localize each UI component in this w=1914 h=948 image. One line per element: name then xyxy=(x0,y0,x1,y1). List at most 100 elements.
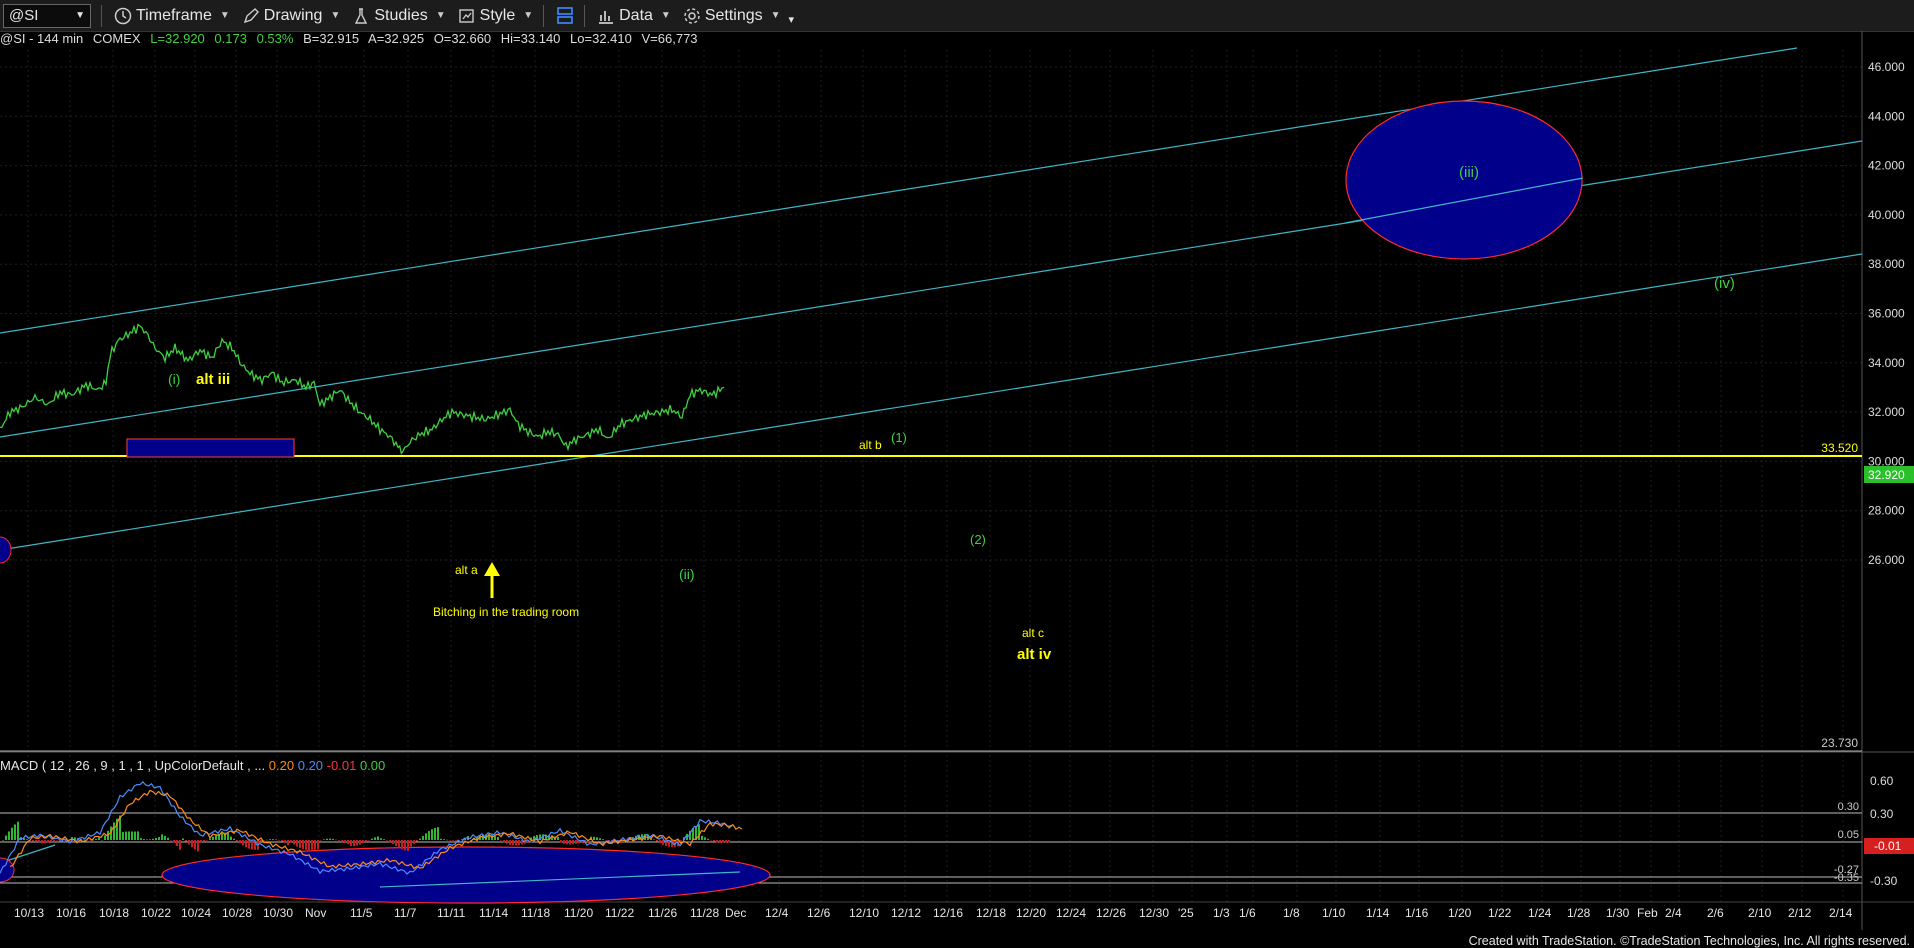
macd-hist-bar xyxy=(221,833,223,840)
macd-hist-bar xyxy=(140,838,142,840)
alt-iii-zone[interactable] xyxy=(126,438,295,458)
macd-hist-bar xyxy=(383,839,385,840)
macd-hist-bar xyxy=(293,840,295,845)
macd-hist-bar xyxy=(425,833,427,840)
price-tick-label: 46.000 xyxy=(1868,60,1905,74)
macd-hist-bar xyxy=(179,840,181,850)
macd-study-label[interactable]: MACD ( 12 , 26 , 9 , 1 , 1 , UpColorDefa… xyxy=(0,758,385,773)
macd-hist-bar xyxy=(344,840,346,844)
macd-hist-bar xyxy=(431,829,433,840)
macd-hist-bar xyxy=(47,840,49,843)
price-tick-label: 44.000 xyxy=(1868,109,1905,123)
label-wave-iii: (iii) xyxy=(1459,164,1479,181)
macd-hist-bar xyxy=(716,840,718,843)
macd-hist-bar xyxy=(104,835,106,840)
macd-hist-bar xyxy=(152,838,154,840)
macd-hist-bar xyxy=(386,840,388,841)
macd-hist-bar xyxy=(314,840,316,850)
macd-current-value: -0.01 xyxy=(1874,839,1902,853)
macd-hist-bar xyxy=(191,840,193,848)
macd-value-1: 0.20 xyxy=(268,758,295,773)
macd-hist-bar xyxy=(725,840,727,843)
time-tick-label: 2/14 xyxy=(1829,906,1853,920)
macd-hist-bar xyxy=(242,840,244,846)
macd-hist-bar xyxy=(278,840,280,841)
macd-hist-bar xyxy=(341,840,343,842)
macd-hist-bar xyxy=(440,838,442,840)
macd-hist-bar xyxy=(197,840,199,852)
macd-hist-bar xyxy=(275,839,277,840)
macd-hist-bar xyxy=(368,840,370,841)
macd-hist-bar xyxy=(50,840,52,842)
macd-hist-bar xyxy=(437,827,439,840)
macd-hist-bar xyxy=(320,840,322,841)
macd-hist-bar xyxy=(563,840,565,844)
price-tick-label: 34.000 xyxy=(1868,356,1905,370)
macd-hist-bar xyxy=(410,840,412,847)
macd-hist-bar xyxy=(236,840,238,842)
macd-hist-bar xyxy=(359,840,361,845)
time-tick-label: 12/4 xyxy=(765,906,789,920)
macd-hist-bar xyxy=(599,838,601,840)
macd-hist-bar xyxy=(308,840,310,850)
macd-hist-bar xyxy=(656,840,658,842)
time-tick-label: 1/22 xyxy=(1488,906,1512,920)
macd-hist-bar xyxy=(251,840,253,850)
macd-hist-bar xyxy=(26,839,28,840)
current-price-value: 32.920 xyxy=(1868,468,1905,482)
macd-axis-tick-n030: -0.30 xyxy=(1870,874,1898,888)
macd-hist-bar xyxy=(452,840,454,841)
macd-value-2: 0.20 xyxy=(297,758,324,773)
macd-hist-bar xyxy=(446,839,448,841)
macd-hist-bar xyxy=(509,840,511,845)
macd-hist-bar xyxy=(323,839,325,840)
time-tick-label: 12/18 xyxy=(976,906,1006,920)
macd-hist-bar xyxy=(176,840,178,847)
macd-value-3: -0.01 xyxy=(326,758,357,773)
macd-hist-bar xyxy=(653,839,655,840)
label-wave-i: (i) xyxy=(168,371,180,387)
macd-hist-bar xyxy=(248,840,250,849)
macd-hist-bar xyxy=(419,838,421,840)
macd-hist-bar xyxy=(686,833,688,840)
macd-hist-bar xyxy=(284,840,286,844)
macd-hist-bar xyxy=(728,840,730,843)
price-series-line xyxy=(0,323,725,455)
channel-lower-line[interactable] xyxy=(0,253,1863,551)
macd-hist-bar xyxy=(41,840,43,844)
macd-hist-bar xyxy=(518,840,520,846)
time-tick-label: 11/18 xyxy=(521,906,550,920)
label-wave-ii: (ii) xyxy=(679,566,695,582)
time-tick-label: 12/30 xyxy=(1139,906,1169,920)
macd-hist-bar xyxy=(374,837,376,840)
macd-hist-bar xyxy=(560,840,562,843)
macd-axis-tick-060: 0.60 xyxy=(1870,774,1894,788)
price-chart[interactable]: (i) alt iii alt b (1) (2) alt a Bitching… xyxy=(0,0,1914,948)
macd-hist-bar xyxy=(398,840,400,848)
macd-hist-bar xyxy=(395,840,397,847)
macd-hist-bar xyxy=(206,840,208,841)
time-tick-label: 10/13 xyxy=(14,906,44,920)
time-tick-label: 11/20 xyxy=(564,906,593,920)
macd-hist-bar xyxy=(428,831,430,840)
macd-hist-bar xyxy=(260,840,262,842)
arrow-up-icon xyxy=(484,562,500,576)
time-tick-label: 12/26 xyxy=(1096,906,1126,920)
hline-high-label: 33.520 xyxy=(1821,441,1858,455)
macd-hist-bar xyxy=(155,837,157,840)
macd-hist-bar xyxy=(53,840,55,842)
time-tick-label: Nov xyxy=(305,906,326,920)
macd-hist-bar xyxy=(167,837,169,840)
time-tick-label: Dec xyxy=(725,906,746,920)
macd-hist-bar xyxy=(605,840,607,841)
time-tick-label: 1/10 xyxy=(1322,906,1346,920)
time-tick-label: 2/12 xyxy=(1788,906,1812,920)
macd-hist-bar xyxy=(95,838,97,840)
time-tick-label: 1/6 xyxy=(1239,906,1256,920)
macd-hist-bar xyxy=(497,836,499,840)
macd-hist-bar xyxy=(290,840,292,843)
macd-hist-bar xyxy=(401,840,403,850)
time-tick-label: 1/14 xyxy=(1366,906,1390,920)
macd-hist-bar xyxy=(38,840,40,843)
macd-hist-bar xyxy=(281,840,283,842)
